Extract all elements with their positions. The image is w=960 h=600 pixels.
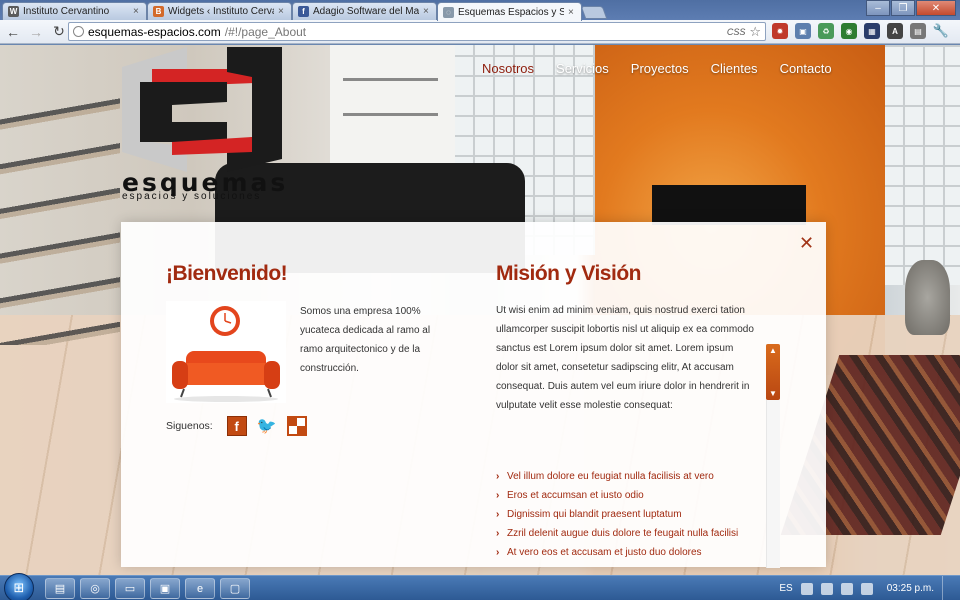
tab-label: Instituto Cervantino bbox=[23, 6, 110, 17]
tray-network-icon[interactable] bbox=[840, 582, 853, 595]
sofa-clock-image bbox=[166, 301, 286, 403]
back-button[interactable]: ← bbox=[3, 22, 23, 42]
close-icon[interactable]: × bbox=[423, 6, 431, 17]
delicious-icon[interactable] bbox=[286, 416, 307, 436]
tab-instituto-cervantino[interactable]: W Instituto Cervantino × bbox=[2, 2, 147, 20]
extension-aol-icon[interactable]: A bbox=[887, 23, 903, 39]
scrollbar-thumb[interactable]: ▲ ▼ bbox=[766, 344, 780, 400]
tab-label: Widgets ‹ Instituto Cervanti bbox=[168, 6, 274, 17]
maximize-button[interactable]: ❐ bbox=[891, 0, 915, 16]
background-glass-blocks-right bbox=[885, 45, 960, 285]
background-fireplace bbox=[652, 185, 806, 225]
nav-servicios[interactable]: Servicios bbox=[556, 61, 609, 76]
wordpress-icon: W bbox=[8, 6, 19, 17]
extension-window-icon[interactable]: ▣ bbox=[795, 23, 811, 39]
follow-us: Siguenos: f 🐦 bbox=[166, 416, 307, 436]
nav-nosotros[interactable]: Nosotros bbox=[482, 61, 534, 76]
minimize-button[interactable]: – bbox=[866, 0, 890, 16]
mission-text: Ut wisi enim ad minim veniam, quis nostr… bbox=[496, 305, 754, 411]
tab-esquemas[interactable]: ◌ Esquemas Espacios y Solu × bbox=[437, 2, 582, 21]
url-host: esquemas-espacios.com bbox=[88, 24, 221, 39]
list-item: Zzril delenit augue duis dolore te feuga… bbox=[496, 524, 758, 543]
facebook-icon[interactable]: f bbox=[226, 416, 247, 436]
close-icon[interactable]: × bbox=[568, 7, 576, 18]
window-controls: – ❐ ✕ bbox=[866, 0, 956, 16]
tab-label: Esquemas Espacios y Solu bbox=[458, 6, 564, 18]
background-stairs bbox=[0, 85, 120, 345]
blogger-icon: B bbox=[153, 6, 164, 17]
background-shelf bbox=[343, 113, 438, 116]
taskbar-folder-icon[interactable]: ▭ bbox=[115, 578, 145, 599]
site-logo[interactable]: esquemas espacios y soluciones bbox=[122, 47, 292, 207]
windows-taskbar: ⊞ ▤ ◎ ▭ ▣ e ▢ ES 03:25 p.m. bbox=[0, 573, 960, 600]
page-viewport: esquemas espacios y soluciones Nosotros … bbox=[0, 45, 960, 575]
taskbar-explorer-icon[interactable]: ▤ bbox=[45, 578, 75, 599]
tab-label: Adagio Software del Mayal bbox=[313, 6, 419, 17]
facebook-icon: f bbox=[298, 6, 309, 17]
about-panel: ✕ ¡Bienvenido! Somos una empresa 100% yu… bbox=[121, 222, 826, 568]
taskbar-chrome-icon[interactable]: ◎ bbox=[80, 578, 110, 599]
show-desktop-button[interactable] bbox=[942, 576, 952, 600]
forward-button[interactable]: → bbox=[26, 22, 46, 42]
taskbar-app-icon[interactable]: ▣ bbox=[150, 578, 180, 599]
tray-flag-icon[interactable] bbox=[800, 582, 813, 595]
twitter-icon[interactable]: 🐦 bbox=[257, 416, 277, 436]
globe-icon: ◌ bbox=[443, 6, 454, 18]
language-indicator[interactable]: ES bbox=[779, 583, 792, 594]
tray-volume-icon[interactable] bbox=[860, 582, 873, 595]
logo-tagline: espacios y soluciones bbox=[122, 191, 262, 202]
scroll-up-icon[interactable]: ▲ bbox=[769, 346, 777, 355]
url-path: /#!/page_About bbox=[224, 24, 307, 39]
extension-gear-icon[interactable]: ✹ bbox=[772, 23, 788, 39]
site-nav: Nosotros Servicios Proyectos Clientes Co… bbox=[482, 61, 832, 76]
address-bar[interactable]: esquemas-espacios.com/#!/page_About CSS … bbox=[68, 22, 766, 41]
mission-list: Vel illum dolore eu feugiat nulla facili… bbox=[496, 467, 758, 562]
system-tray: ES 03:25 p.m. bbox=[779, 576, 952, 600]
browser-toolbar: ← → ↻ esquemas-espacios.com/#!/page_Abou… bbox=[0, 20, 960, 44]
scroll-down-icon[interactable]: ▼ bbox=[769, 389, 777, 398]
bookmark-star-icon[interactable]: ☆ bbox=[749, 24, 761, 40]
globe-icon bbox=[73, 26, 84, 37]
background-statue bbox=[905, 260, 950, 335]
start-button[interactable]: ⊞ bbox=[4, 573, 34, 600]
list-item: Dignissim qui blandit praesent luptatum bbox=[496, 505, 758, 524]
extension-bookmark-icon[interactable]: ▤ bbox=[910, 23, 926, 39]
extension-icons: ✹ ▣ ♻ ◉ ▦ A ▤ 🔧 bbox=[772, 23, 949, 39]
nav-clientes[interactable]: Clientes bbox=[711, 61, 758, 76]
background-shelf bbox=[343, 78, 438, 81]
logo-mark-icon bbox=[122, 47, 282, 172]
mission-title: Misión y Visión bbox=[496, 262, 641, 285]
window-close-button[interactable]: ✕ bbox=[916, 0, 956, 16]
taskbar-window-icon[interactable]: ▢ bbox=[220, 578, 250, 599]
nav-proyectos[interactable]: Proyectos bbox=[631, 61, 689, 76]
close-icon[interactable]: × bbox=[133, 6, 141, 17]
tab-adagio[interactable]: f Adagio Software del Mayal × bbox=[292, 2, 437, 20]
css-extension-tag[interactable]: CSS bbox=[727, 27, 746, 37]
tray-device-icon[interactable] bbox=[820, 582, 833, 595]
nav-contacto[interactable]: Contacto bbox=[780, 61, 832, 76]
taskbar-ie-icon[interactable]: e bbox=[185, 578, 215, 599]
clock[interactable]: 03:25 p.m. bbox=[887, 583, 934, 594]
welcome-title: ¡Bienvenido! bbox=[166, 262, 288, 285]
extension-globe-icon[interactable]: ◉ bbox=[841, 23, 857, 39]
tab-strip: W Instituto Cervantino × B Widgets ‹ Ins… bbox=[0, 0, 960, 21]
list-item: Eros et accumsan et iusto odio bbox=[496, 486, 758, 505]
about-text: Somos una empresa 100% yucateca dedicada… bbox=[300, 306, 431, 374]
close-icon[interactable]: ✕ bbox=[799, 234, 814, 252]
close-icon[interactable]: × bbox=[278, 6, 286, 17]
new-tab-button[interactable] bbox=[580, 6, 608, 19]
tab-widgets[interactable]: B Widgets ‹ Instituto Cervanti × bbox=[147, 2, 292, 20]
extension-recycle-icon[interactable]: ♻ bbox=[818, 23, 834, 39]
list-item: Vel illum dolore eu feugiat nulla facili… bbox=[496, 467, 758, 486]
reload-button[interactable]: ↻ bbox=[49, 22, 69, 42]
follow-label: Siguenos: bbox=[166, 420, 213, 432]
wrench-icon[interactable]: 🔧 bbox=[933, 23, 949, 39]
extension-grid-icon[interactable]: ▦ bbox=[864, 23, 880, 39]
list-item: At vero eos et accusam et justo duo dolo… bbox=[496, 543, 758, 562]
